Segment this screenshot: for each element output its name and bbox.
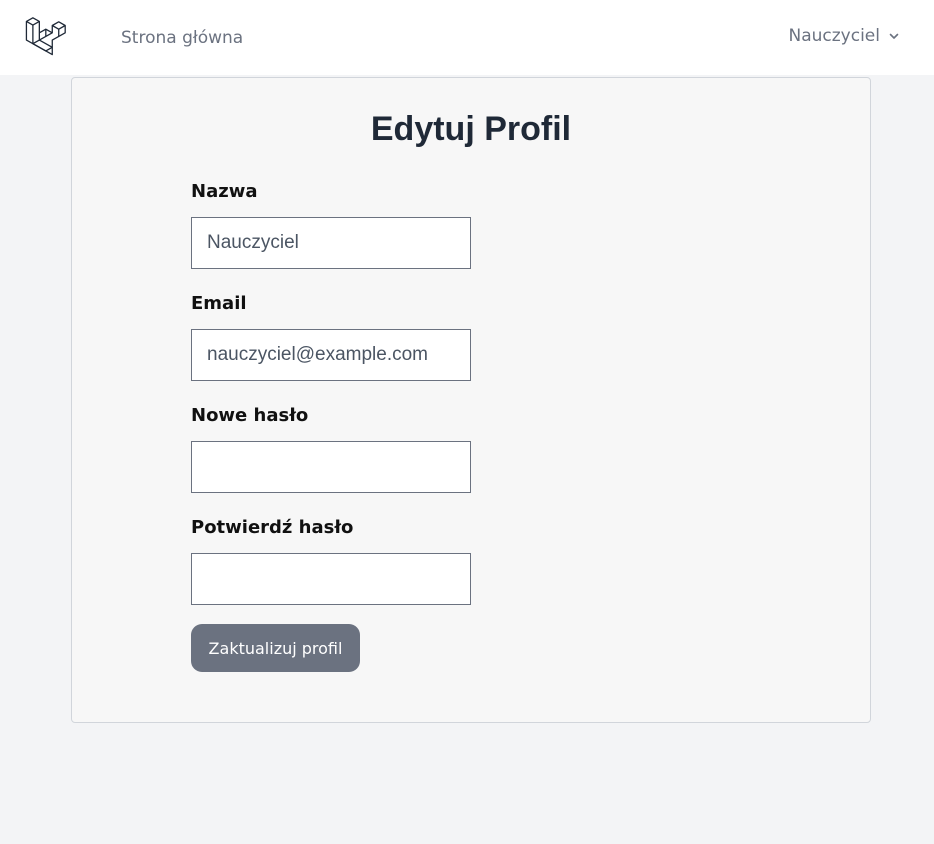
email-label: Email [191,293,247,314]
nav-home-link[interactable]: Strona główna [121,28,243,48]
confirm-password-label: Potwierdź hasło [191,517,354,538]
name-input[interactable] [191,217,471,269]
update-profile-button[interactable]: Zaktualizuj profil [191,624,360,672]
edit-profile-card: Edytuj Profil Nazwa Email Nowe hasło Pot… [71,77,871,723]
confirm-password-input[interactable] [191,553,471,605]
email-input[interactable] [191,329,471,381]
user-name: Nauczyciel [788,26,881,46]
chevron-down-icon [889,33,899,39]
name-label: Nazwa [191,181,258,202]
laravel-logo-icon[interactable] [24,15,66,57]
user-menu-trigger[interactable]: Nauczyciel [789,26,901,46]
top-navbar: Strona główna Nauczyciel [0,0,934,76]
page-title: Edytuj Profil [370,110,572,148]
new-password-label: Nowe hasło [191,405,309,426]
new-password-input[interactable] [191,441,471,493]
